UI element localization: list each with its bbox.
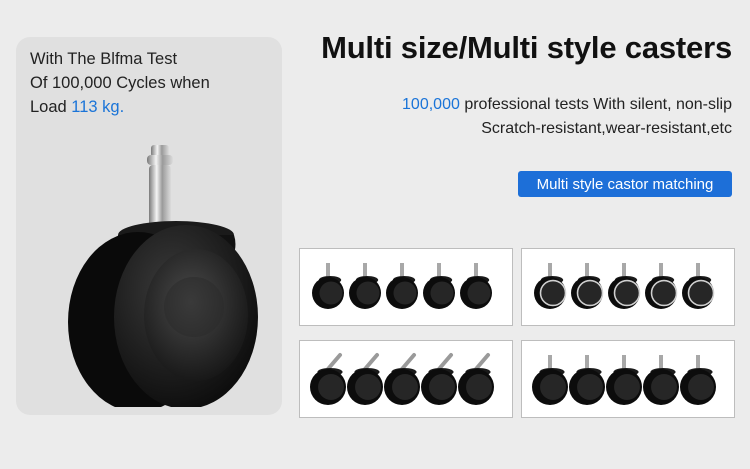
small-caster-image — [645, 263, 678, 309]
small-caster-image — [606, 355, 642, 405]
multi-style-badge: Multi style castor matching — [518, 171, 732, 197]
load-test-text: With The Blfma Test Of 100,000 Cycles wh… — [30, 47, 270, 119]
load-test-line2: Of 100,000 Cycles when — [30, 74, 210, 92]
small-caster-image — [534, 263, 567, 309]
small-caster-image — [349, 263, 381, 309]
small-caster-image — [312, 263, 344, 309]
subtitle-line1: 100,000 professional tests With silent, … — [402, 96, 732, 113]
small-caster-image — [532, 355, 568, 405]
small-caster-image — [569, 355, 605, 405]
small-caster-image — [310, 353, 346, 405]
load-test-line1: With The Blfma Test — [30, 50, 178, 68]
test-count: 100,000 — [402, 96, 460, 113]
small-caster-image — [460, 263, 492, 309]
small-caster-image — [423, 263, 455, 309]
small-caster-image — [571, 263, 604, 309]
small-caster-image — [421, 353, 457, 405]
large-caster-image — [68, 145, 258, 407]
small-caster-image — [682, 263, 715, 309]
caster-panel-chrome-rim — [521, 248, 735, 326]
load-value: 113 kg — [71, 98, 120, 116]
caster-hero-card: With The Blfma Test Of 100,000 Cycles wh… — [16, 37, 282, 415]
subtitle-line2: Scratch-resistant,wear-resistant,etc — [481, 120, 732, 137]
small-caster-image — [384, 353, 420, 405]
small-caster-image — [458, 353, 494, 405]
small-caster-image — [643, 355, 679, 405]
small-caster-image — [386, 263, 418, 309]
small-caster-image — [347, 353, 383, 405]
small-caster-image — [680, 355, 716, 405]
page-title: Multi size/Multi style casters — [321, 30, 732, 65]
load-test-line3: Load 113 kg. — [30, 98, 125, 116]
caster-panel-straight-stem — [521, 340, 735, 418]
caster-panel-plain-round — [299, 248, 513, 326]
caster-panel-angled-stem — [299, 340, 513, 418]
small-caster-image — [608, 263, 641, 309]
